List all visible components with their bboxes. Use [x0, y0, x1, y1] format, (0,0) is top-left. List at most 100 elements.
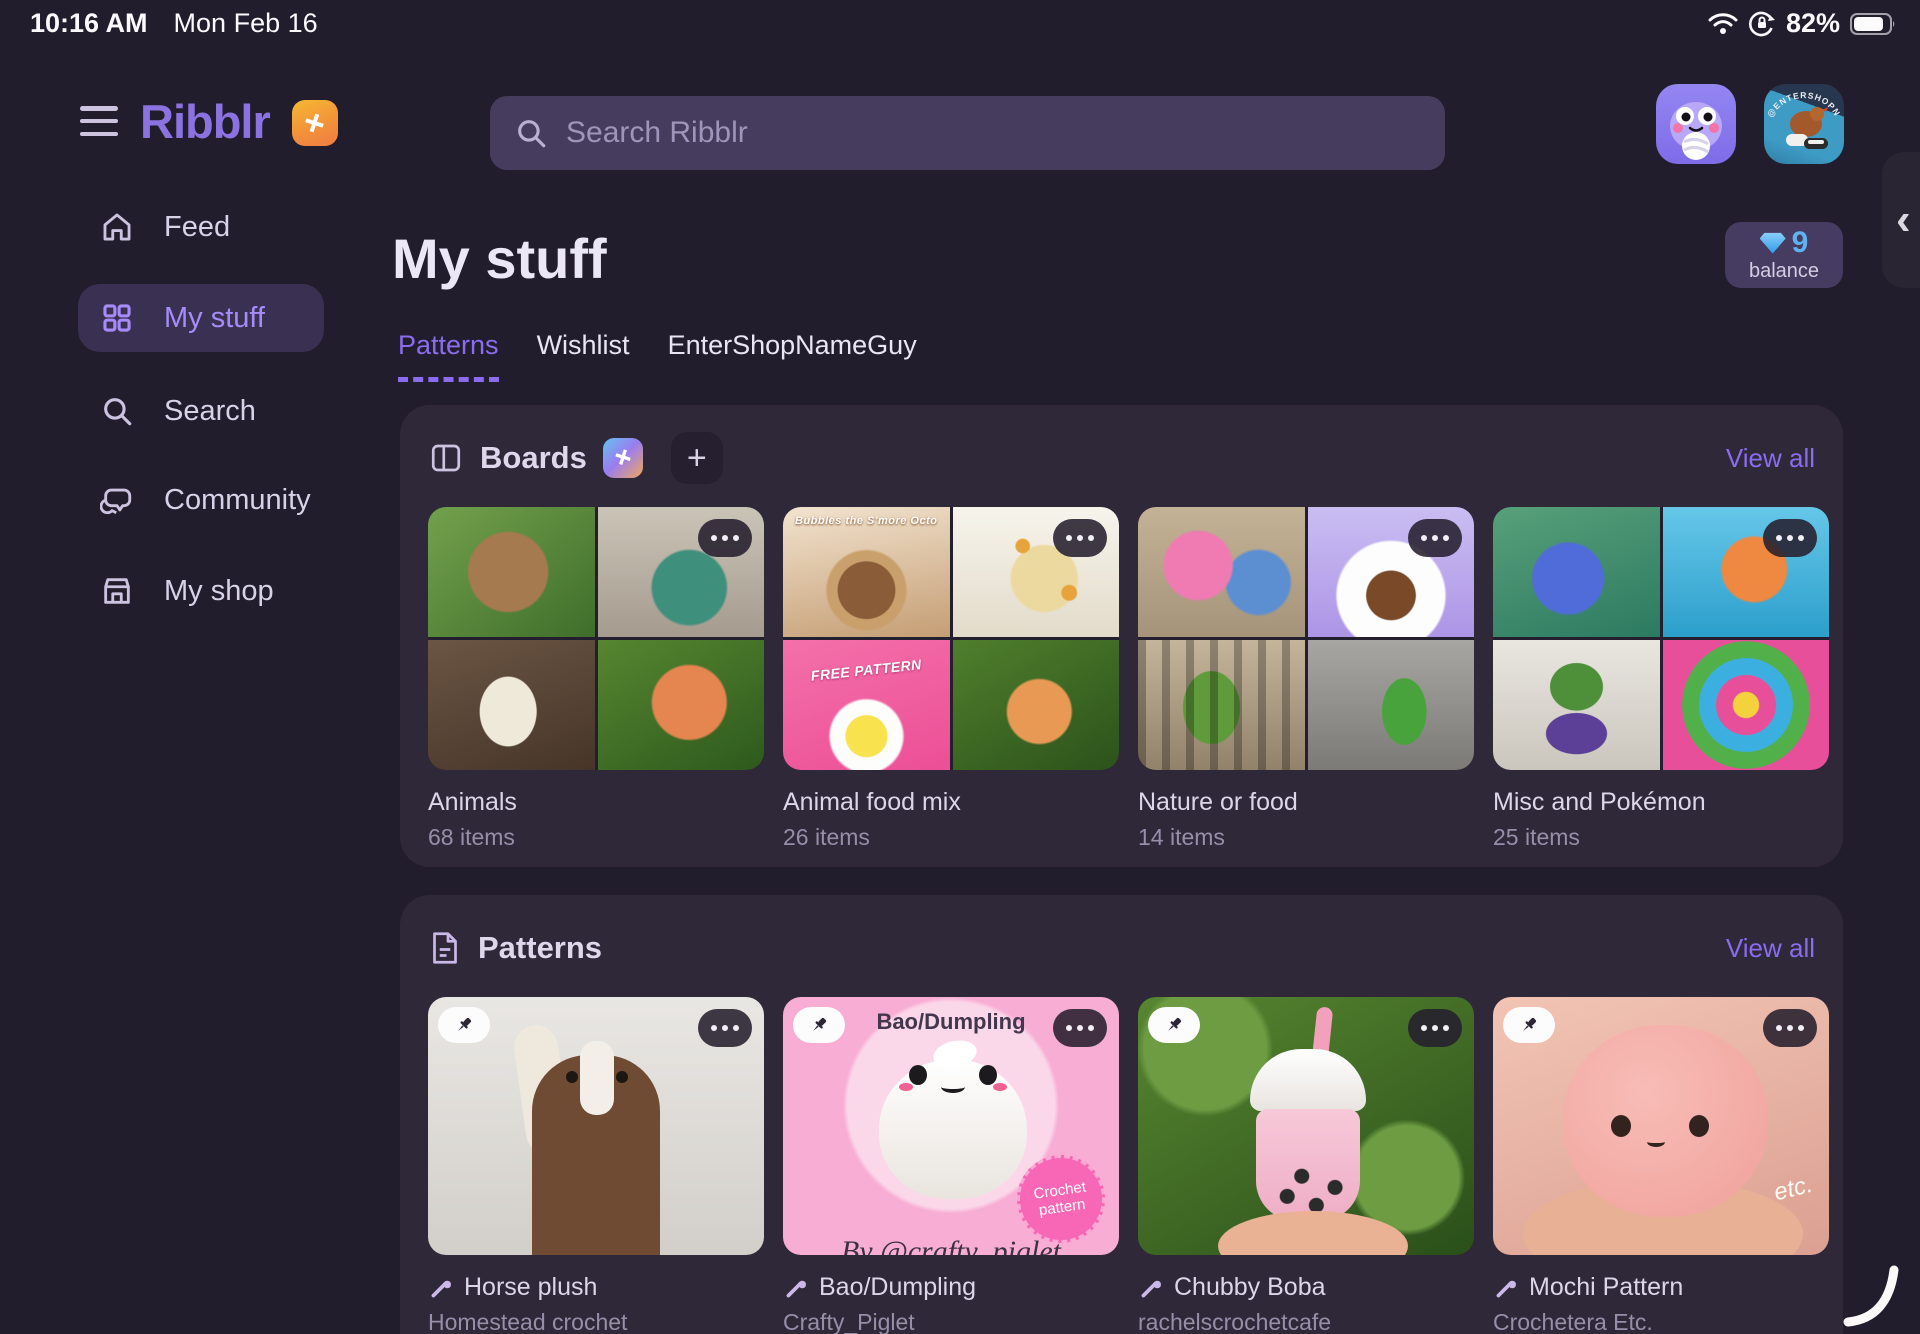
pin-icon[interactable]	[793, 1007, 845, 1043]
pattern-image: etc.	[1493, 997, 1829, 1255]
patterns-view-all-link[interactable]: View all	[1726, 933, 1815, 964]
search-bar[interactable]	[490, 96, 1445, 170]
pattern-author[interactable]: Crochetera Etc.	[1493, 1309, 1829, 1334]
more-options-button[interactable]	[1763, 519, 1817, 557]
clock: 10:16 AM	[30, 8, 148, 39]
balance-badge[interactable]: 9 balance	[1725, 222, 1843, 288]
crochet-hook-icon	[428, 1275, 454, 1301]
menu-icon[interactable]	[80, 106, 118, 136]
battery-percent: 82%	[1786, 8, 1840, 39]
board-card-animal-food-mix[interactable]: Bubbles the S'more Octo FREE PATTERN Ani…	[783, 507, 1119, 851]
search-input[interactable]	[566, 116, 1421, 150]
board-tile-image	[953, 640, 1120, 770]
sidebar-item-label: Feed	[164, 211, 230, 244]
crochet-hook-icon	[1138, 1275, 1164, 1301]
pin-icon[interactable]	[1503, 1007, 1555, 1043]
board-tile-image: FREE PATTERN	[783, 640, 950, 770]
more-options-button[interactable]	[698, 519, 752, 557]
board-tile-image	[428, 507, 595, 637]
search-icon	[100, 394, 134, 428]
pattern-card-mochi-pattern[interactable]: etc. Mochi Pattern Crochetera Etc.	[1493, 997, 1829, 1334]
image-byline: By @crafty_piglet	[783, 1235, 1119, 1255]
board-tile-image	[598, 640, 765, 770]
tab-shop-name[interactable]: EnterShopNameGuy	[668, 330, 917, 382]
sidebar-item-search[interactable]: Search	[78, 377, 324, 445]
search-icon	[514, 116, 548, 150]
more-options-button[interactable]	[1053, 1009, 1107, 1047]
more-options-button[interactable]	[1053, 519, 1107, 557]
board-tile-image	[1138, 640, 1305, 770]
sidebar-item-label: My stuff	[164, 302, 265, 335]
sidebar-item-community[interactable]: Community	[78, 466, 324, 534]
sidebar-item-label: Search	[164, 395, 256, 428]
crochet-hook-icon	[783, 1275, 809, 1301]
pin-icon[interactable]	[1148, 1007, 1200, 1043]
more-options-button[interactable]	[698, 1009, 752, 1047]
section-title: Boards	[480, 440, 587, 476]
add-board-button[interactable]: +	[671, 432, 723, 484]
boards-view-all-link[interactable]: View all	[1726, 443, 1815, 474]
date: Mon Feb 16	[174, 8, 318, 39]
crochet-hook-icon	[1493, 1275, 1519, 1301]
image-watermark: etc.	[1772, 1171, 1816, 1208]
chat-bubbles-icon	[100, 483, 134, 517]
profile-avatar[interactable]: @ENTERSHOPNAMEGUY	[1764, 84, 1844, 164]
more-options-button[interactable]	[1408, 1009, 1462, 1047]
diamond-icon	[1760, 232, 1786, 254]
balance-value: 9	[1792, 228, 1809, 258]
tab-patterns[interactable]: Patterns	[398, 330, 499, 382]
pattern-image: Bao/Dumpling Crochet pattern By @crafty_…	[783, 997, 1119, 1255]
sidebar-item-label: Community	[164, 484, 311, 517]
pattern-author[interactable]: Crafty_Piglet	[783, 1309, 1119, 1334]
board-cover	[1493, 507, 1829, 770]
board-tile-image: Bubbles the S'more Octo	[783, 507, 950, 637]
board-tile-image	[1138, 507, 1305, 637]
collapse-panel-handle[interactable]: ‹	[1882, 152, 1920, 288]
board-card-misc-and-pokemon[interactable]: Misc and Pokémon 25 items	[1493, 507, 1829, 851]
pattern-author[interactable]: rachelscrochetcafe	[1138, 1309, 1474, 1334]
pattern-card-horse-plush[interactable]: Horse plush Homestead crochet	[428, 997, 764, 1334]
board-title: Nature or food	[1138, 788, 1474, 817]
battery-icon	[1850, 12, 1896, 36]
sidebar-item-my-shop[interactable]: My shop	[78, 557, 324, 625]
loading-arc-decoration	[1830, 1250, 1920, 1334]
home-icon	[100, 210, 134, 244]
board-card-animals[interactable]: Animals 68 items	[428, 507, 764, 851]
image-badge: Crochet pattern	[1011, 1149, 1110, 1248]
balance-label: balance	[1749, 260, 1819, 283]
board-title: Animal food mix	[783, 788, 1119, 817]
pattern-title: Bao/Dumpling	[819, 1273, 976, 1302]
app-logo[interactable]: Ribblr	[140, 94, 270, 149]
board-tile-image	[1493, 507, 1660, 637]
status-bar-right: 82%	[1708, 8, 1896, 39]
pattern-card-chubby-boba[interactable]: Chubby Boba rachelscrochetcafe	[1138, 997, 1474, 1334]
boards-section: Boards + + View all Animals 68 items Bub…	[400, 405, 1843, 867]
pattern-image	[428, 997, 764, 1255]
board-title: Misc and Pokémon	[1493, 788, 1829, 817]
board-tile-image	[1663, 640, 1830, 770]
mascot-avatar[interactable]	[1656, 84, 1736, 164]
pattern-author[interactable]: Homestead crochet	[428, 1309, 764, 1334]
tab-wishlist[interactable]: Wishlist	[537, 330, 630, 382]
board-cover: Bubbles the S'more Octo FREE PATTERN	[783, 507, 1119, 770]
tab-bar: Patterns Wishlist EnterShopNameGuy	[398, 330, 917, 382]
tile-caption: Bubbles the S'more Octo	[783, 515, 950, 527]
pattern-image	[1138, 997, 1474, 1255]
more-options-button[interactable]	[1408, 519, 1462, 557]
wifi-icon	[1708, 12, 1738, 36]
pattern-title: Mochi Pattern	[1529, 1273, 1683, 1302]
document-icon	[428, 930, 462, 966]
more-options-button[interactable]	[1763, 1009, 1817, 1047]
pin-icon[interactable]	[438, 1007, 490, 1043]
board-tile-image	[1493, 640, 1660, 770]
boards-icon	[428, 440, 464, 476]
board-item-count: 68 items	[428, 824, 764, 851]
patterns-section: Patterns View all Horse plush H	[400, 895, 1843, 1334]
sidebar-item-my-stuff[interactable]: My stuff	[78, 284, 324, 352]
board-tile-image	[1308, 640, 1475, 770]
sidebar-item-feed[interactable]: Feed	[78, 193, 324, 261]
board-cover	[1138, 507, 1474, 770]
board-card-nature-or-food[interactable]: Nature or food 14 items	[1138, 507, 1474, 851]
pattern-card-bao-dumpling[interactable]: Bao/Dumpling Crochet pattern By @crafty_…	[783, 997, 1119, 1334]
board-item-count: 25 items	[1493, 824, 1829, 851]
